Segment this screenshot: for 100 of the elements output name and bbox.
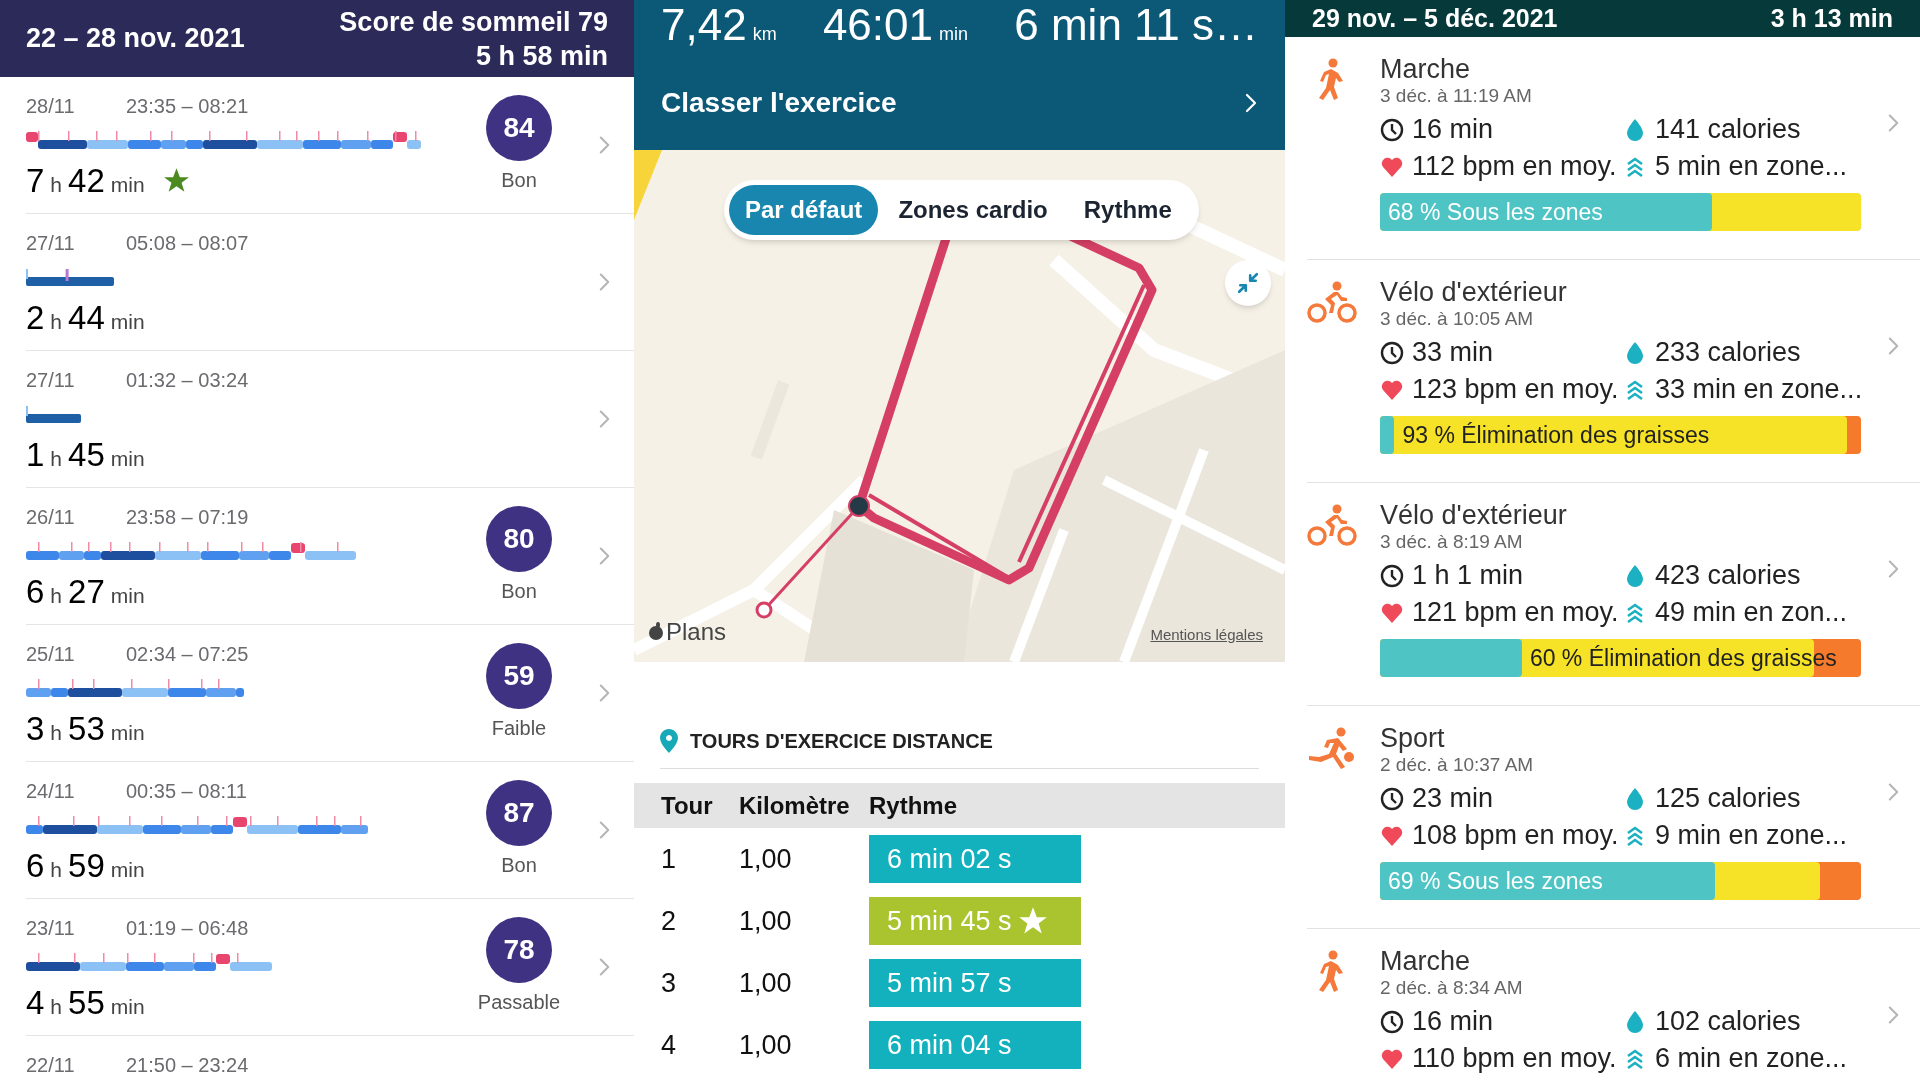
classify-exercise-link[interactable]: Classer l'exercice bbox=[661, 82, 1258, 124]
stat-value: 46:01 min bbox=[822, 0, 968, 51]
activity-date: 3 déc. à 8:19 AM bbox=[1380, 531, 1524, 553]
sleep-duration: 2 h 44 min bbox=[26, 298, 146, 338]
chevron-icon[interactable] bbox=[597, 546, 611, 566]
time-range: 00:35 – 08:11 bbox=[126, 779, 247, 804]
activity-title: Vélo d'extérieur bbox=[1380, 276, 1568, 308]
duration-value: 16 min bbox=[1412, 113, 1494, 146]
zone-minutes-value: 9 min en zone... bbox=[1655, 819, 1848, 852]
heart-rate-value: 112 bpm en moy. bbox=[1412, 150, 1617, 183]
column-header: Tour bbox=[661, 790, 714, 821]
pace-bar: 6 min 04 s bbox=[869, 1021, 1081, 1069]
stat-value: 7,42 km bbox=[661, 0, 777, 51]
clock-icon bbox=[1380, 117, 1404, 142]
night-date: 24/11 bbox=[26, 779, 76, 804]
map-tab[interactable]: Par défaut bbox=[729, 185, 879, 235]
sleep-duration: 3 h 53 min bbox=[26, 709, 146, 749]
activity-title: Marche bbox=[1380, 53, 1472, 85]
sleep-duration: 4 h 55 min bbox=[26, 983, 146, 1023]
chevron-icon[interactable] bbox=[1887, 559, 1900, 579]
activity-date: 2 déc. à 10:37 AM bbox=[1380, 754, 1535, 776]
zone-minutes-value: 49 min en zon... bbox=[1655, 596, 1848, 629]
column-header: Kilomètre bbox=[739, 790, 851, 821]
activity-title: Sport bbox=[1380, 722, 1446, 754]
chevron-icon[interactable] bbox=[597, 272, 611, 292]
sleep-duration: 7 h 42 min bbox=[26, 161, 146, 201]
activity-date: 3 déc. à 11:19 AM bbox=[1380, 85, 1533, 107]
zone-label: 69 % Sous les zones bbox=[1387, 867, 1603, 896]
chevron-icon[interactable] bbox=[597, 957, 611, 977]
chevron-icon[interactable] bbox=[597, 135, 611, 155]
chevron-icon bbox=[1244, 92, 1258, 114]
chevron-icon[interactable] bbox=[597, 820, 611, 840]
score-badge: 87 bbox=[486, 780, 552, 846]
zone-minutes-value: 33 min en zone... bbox=[1655, 373, 1863, 406]
night-date: 28/11 bbox=[26, 94, 76, 119]
score-badge: 80 bbox=[486, 506, 552, 572]
chevron-icon[interactable] bbox=[1887, 336, 1900, 356]
pace-bar: 5 min 45 s bbox=[869, 897, 1081, 945]
score-label: Passable bbox=[477, 990, 561, 1015]
maps-logo-icon bbox=[648, 622, 664, 642]
time-range: 21:50 – 23:24 bbox=[126, 1053, 249, 1078]
activity-title: Vélo d'extérieur bbox=[1380, 499, 1568, 531]
pace-bar: 6 min 02 s bbox=[869, 835, 1081, 883]
zone-label: 68 % Sous les zones bbox=[1387, 198, 1603, 227]
score-label: Faible bbox=[491, 716, 547, 741]
clock-icon bbox=[1380, 1009, 1404, 1034]
week-range: 22 – 28 nov. 2021 bbox=[26, 22, 245, 56]
calories-value: 102 calories bbox=[1655, 1005, 1801, 1038]
night-date: 22/11 bbox=[26, 1053, 76, 1078]
score-badge: 78 bbox=[486, 917, 552, 983]
collapse-icon bbox=[1237, 272, 1259, 294]
night-date: 25/11 bbox=[26, 642, 76, 667]
table-cell-text: 4 bbox=[661, 1028, 678, 1062]
heart-rate-value: 108 bpm en moy. bbox=[1412, 819, 1619, 852]
legal-link[interactable]: Mentions légales bbox=[1150, 623, 1263, 646]
heart-rate-value: 123 bpm en moy. bbox=[1412, 373, 1619, 406]
total-duration: 3 h 13 min bbox=[1770, 2, 1893, 34]
table-cell-text: 1,00 bbox=[739, 904, 793, 938]
chevron-icon[interactable] bbox=[1887, 113, 1900, 133]
pace-bar: 5 min 57 s bbox=[869, 959, 1081, 1007]
map-attribution: Plans bbox=[666, 617, 727, 647]
table-cell-text: 3 bbox=[661, 966, 678, 1000]
average-duration: 5 h 58 min bbox=[475, 39, 608, 73]
heart-rate-value: 121 bpm en moy. bbox=[1412, 596, 1619, 629]
chevron-icon[interactable] bbox=[597, 683, 611, 703]
sleep-score-summary: Score de sommeil 79 bbox=[339, 5, 608, 39]
chevron-icon[interactable] bbox=[597, 409, 611, 429]
heart-rate-value: 110 bpm en moy. bbox=[1412, 1042, 1617, 1075]
table-cell-text: 1,00 bbox=[739, 966, 793, 1000]
chevron-icon[interactable] bbox=[1887, 782, 1900, 802]
calories-value: 125 calories bbox=[1655, 782, 1801, 815]
table-cell-text: 2 bbox=[661, 904, 678, 938]
activity-date: 2 déc. à 8:34 AM bbox=[1380, 977, 1524, 999]
sleep-duration: 6 h 59 min bbox=[26, 846, 146, 886]
night-date: 27/11 bbox=[26, 231, 76, 256]
time-range: 05:08 – 08:07 bbox=[126, 231, 249, 256]
score-badge: 59 bbox=[486, 643, 552, 709]
calories-value: 233 calories bbox=[1655, 336, 1801, 369]
time-range: 23:35 – 08:21 bbox=[126, 94, 249, 119]
zone-minutes-value: 6 min en zone... bbox=[1655, 1042, 1848, 1075]
duration-value: 33 min bbox=[1412, 336, 1494, 369]
night-date: 27/11 bbox=[26, 368, 76, 393]
zone-minutes-value: 5 min en zone... bbox=[1655, 150, 1848, 183]
time-range: 01:19 – 06:48 bbox=[126, 916, 249, 941]
sleep-duration: 6 h 27 min bbox=[26, 572, 146, 612]
time-range: 23:58 – 07:19 bbox=[126, 505, 249, 530]
location-pin-icon bbox=[660, 729, 678, 753]
score-label: Bon bbox=[501, 853, 537, 878]
star-icon bbox=[1017, 906, 1048, 936]
activity-date: 3 déc. à 10:05 AM bbox=[1380, 308, 1535, 330]
table-cell-text: 1,00 bbox=[739, 842, 793, 876]
activity-title: Marche bbox=[1380, 945, 1472, 977]
table-cell-text: 1 bbox=[661, 842, 678, 876]
zone-label: 93 % Élimination des graisses bbox=[1401, 421, 1710, 450]
duration-value: 23 min bbox=[1412, 782, 1494, 815]
stat-value: 6 min 11 s… bbox=[1014, 0, 1258, 51]
sleep-stages-drawing bbox=[26, 404, 81, 424]
section-title: TOURS D'EXERCICE DISTANCE bbox=[690, 729, 993, 754]
chevron-icon[interactable] bbox=[1887, 1005, 1900, 1025]
zone-label: 60 % Élimination des graisses bbox=[1528, 644, 1837, 673]
